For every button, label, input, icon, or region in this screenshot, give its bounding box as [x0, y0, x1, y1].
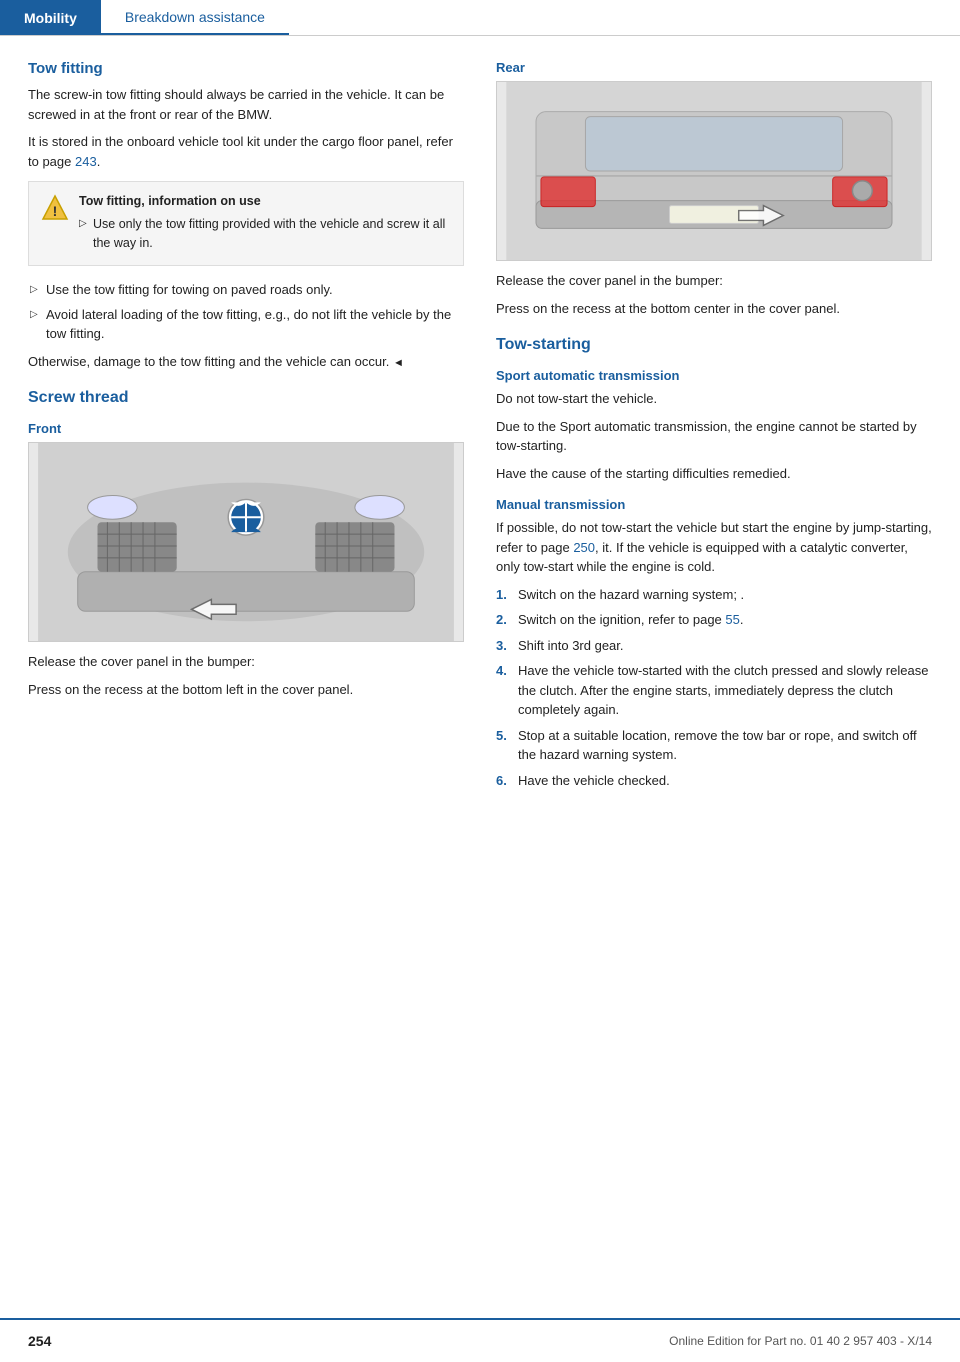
tab-mobility-label: Mobility: [24, 10, 77, 26]
page-link-55[interactable]: 55: [725, 612, 739, 627]
tab-breakdown[interactable]: Breakdown assistance: [101, 0, 289, 35]
warning-item-1: Use only the tow fitting provided with t…: [79, 215, 451, 253]
page-header: Mobility Breakdown assistance: [0, 0, 960, 36]
right-column: Rear: [496, 60, 932, 798]
step-3: 3. Shift into 3rd gear.: [496, 636, 932, 656]
footer-text: Online Edition for Part no. 01 40 2 957 …: [669, 1334, 932, 1348]
step-4: 4. Have the vehicle tow-started with the…: [496, 661, 932, 720]
step-1-num: 1.: [496, 585, 507, 605]
warning-box: ! Tow fitting, information on use Use on…: [28, 181, 464, 266]
tow-starting-title: Tow-starting: [496, 336, 932, 354]
tow-fitting-p2: It is stored in the onboard vehicle tool…: [28, 132, 464, 171]
warning-icon: !: [41, 194, 69, 222]
step-2-num: 2.: [496, 610, 507, 630]
sport-auto-title: Sport automatic transmission: [496, 368, 932, 383]
manual-title: Manual transmission: [496, 497, 932, 512]
front-subtitle: Front: [28, 421, 464, 436]
rear-subtitle: Rear: [496, 60, 932, 75]
step-4-num: 4.: [496, 661, 507, 681]
steps-list: 1. Switch on the hazard warning system; …: [496, 585, 932, 791]
sport-auto-p3: Have the cause of the starting difficult…: [496, 464, 932, 484]
front-bumper-svg: MV093210MA: [29, 443, 463, 641]
step-5-num: 5.: [496, 726, 507, 746]
tab-mobility[interactable]: Mobility: [0, 0, 101, 35]
step-4-text: Have the vehicle tow-started with the cl…: [518, 663, 928, 717]
step-3-num: 3.: [496, 636, 507, 656]
step-5-text: Stop at a suitable location, remove the …: [518, 728, 917, 763]
step-5: 5. Stop at a suitable location, remove t…: [496, 726, 932, 765]
page-link-243[interactable]: 243: [75, 154, 97, 169]
rear-bumper-svg: MV092CMA: [497, 82, 931, 260]
end-mark: [393, 354, 404, 369]
warning-content: Tow fitting, information on use Use only…: [79, 192, 451, 255]
step-6-text: Have the vehicle checked.: [518, 773, 670, 788]
front-press: Press on the recess at the bottom left i…: [28, 680, 464, 700]
left-column: Tow fitting The screw-in tow fitting sho…: [28, 60, 464, 798]
tab-breakdown-label: Breakdown assistance: [125, 9, 265, 25]
tow-fitting-title: Tow fitting: [28, 60, 464, 77]
bullet-item-1: Use the tow fitting for towing on paved …: [28, 280, 464, 300]
rear-bumper-image: MV092CMA: [496, 81, 932, 261]
rear-release: Release the cover panel in the bumper:: [496, 271, 932, 291]
bullet-list: Use the tow fitting for towing on paved …: [28, 280, 464, 344]
screw-thread-title: Screw thread: [28, 389, 464, 407]
warning-title: Tow fitting, information on use: [79, 192, 451, 211]
tow-fitting-p2-post: .: [97, 154, 101, 169]
page-footer: 254 Online Edition for Part no. 01 40 2 …: [0, 1318, 960, 1362]
step-2: 2. Switch on the ignition, refer to page…: [496, 610, 932, 630]
step-6-num: 6.: [496, 771, 507, 791]
svg-text:!: !: [53, 203, 58, 219]
step-2-text: Switch on the ignition, refer to page 55…: [518, 612, 744, 627]
front-bumper-image: MV093210MA: [28, 442, 464, 642]
sport-auto-p1: Do not tow-start the vehicle.: [496, 389, 932, 409]
step-3-text: Shift into 3rd gear.: [518, 638, 624, 653]
main-content: Tow fitting The screw-in tow fitting sho…: [0, 36, 960, 858]
rear-press: Press on the recess at the bottom center…: [496, 299, 932, 319]
bullet-item-2: Avoid lateral loading of the tow fitting…: [28, 305, 464, 344]
tow-fitting-p3: Otherwise, damage to the tow fitting and…: [28, 352, 464, 372]
step-1-text: Switch on the hazard warning system; .: [518, 587, 744, 602]
step-6: 6. Have the vehicle checked.: [496, 771, 932, 791]
step-1: 1. Switch on the hazard warning system; …: [496, 585, 932, 605]
front-release: Release the cover panel in the bumper:: [28, 652, 464, 672]
tow-fitting-p1: The screw-in tow fitting should always b…: [28, 85, 464, 124]
sport-auto-p2: Due to the Sport automatic transmission,…: [496, 417, 932, 456]
page-link-250[interactable]: 250: [573, 540, 595, 555]
page-number: 254: [28, 1333, 51, 1349]
manual-p1: If possible, do not tow-start the vehicl…: [496, 518, 932, 577]
warning-list: Use only the tow fitting provided with t…: [79, 215, 451, 253]
